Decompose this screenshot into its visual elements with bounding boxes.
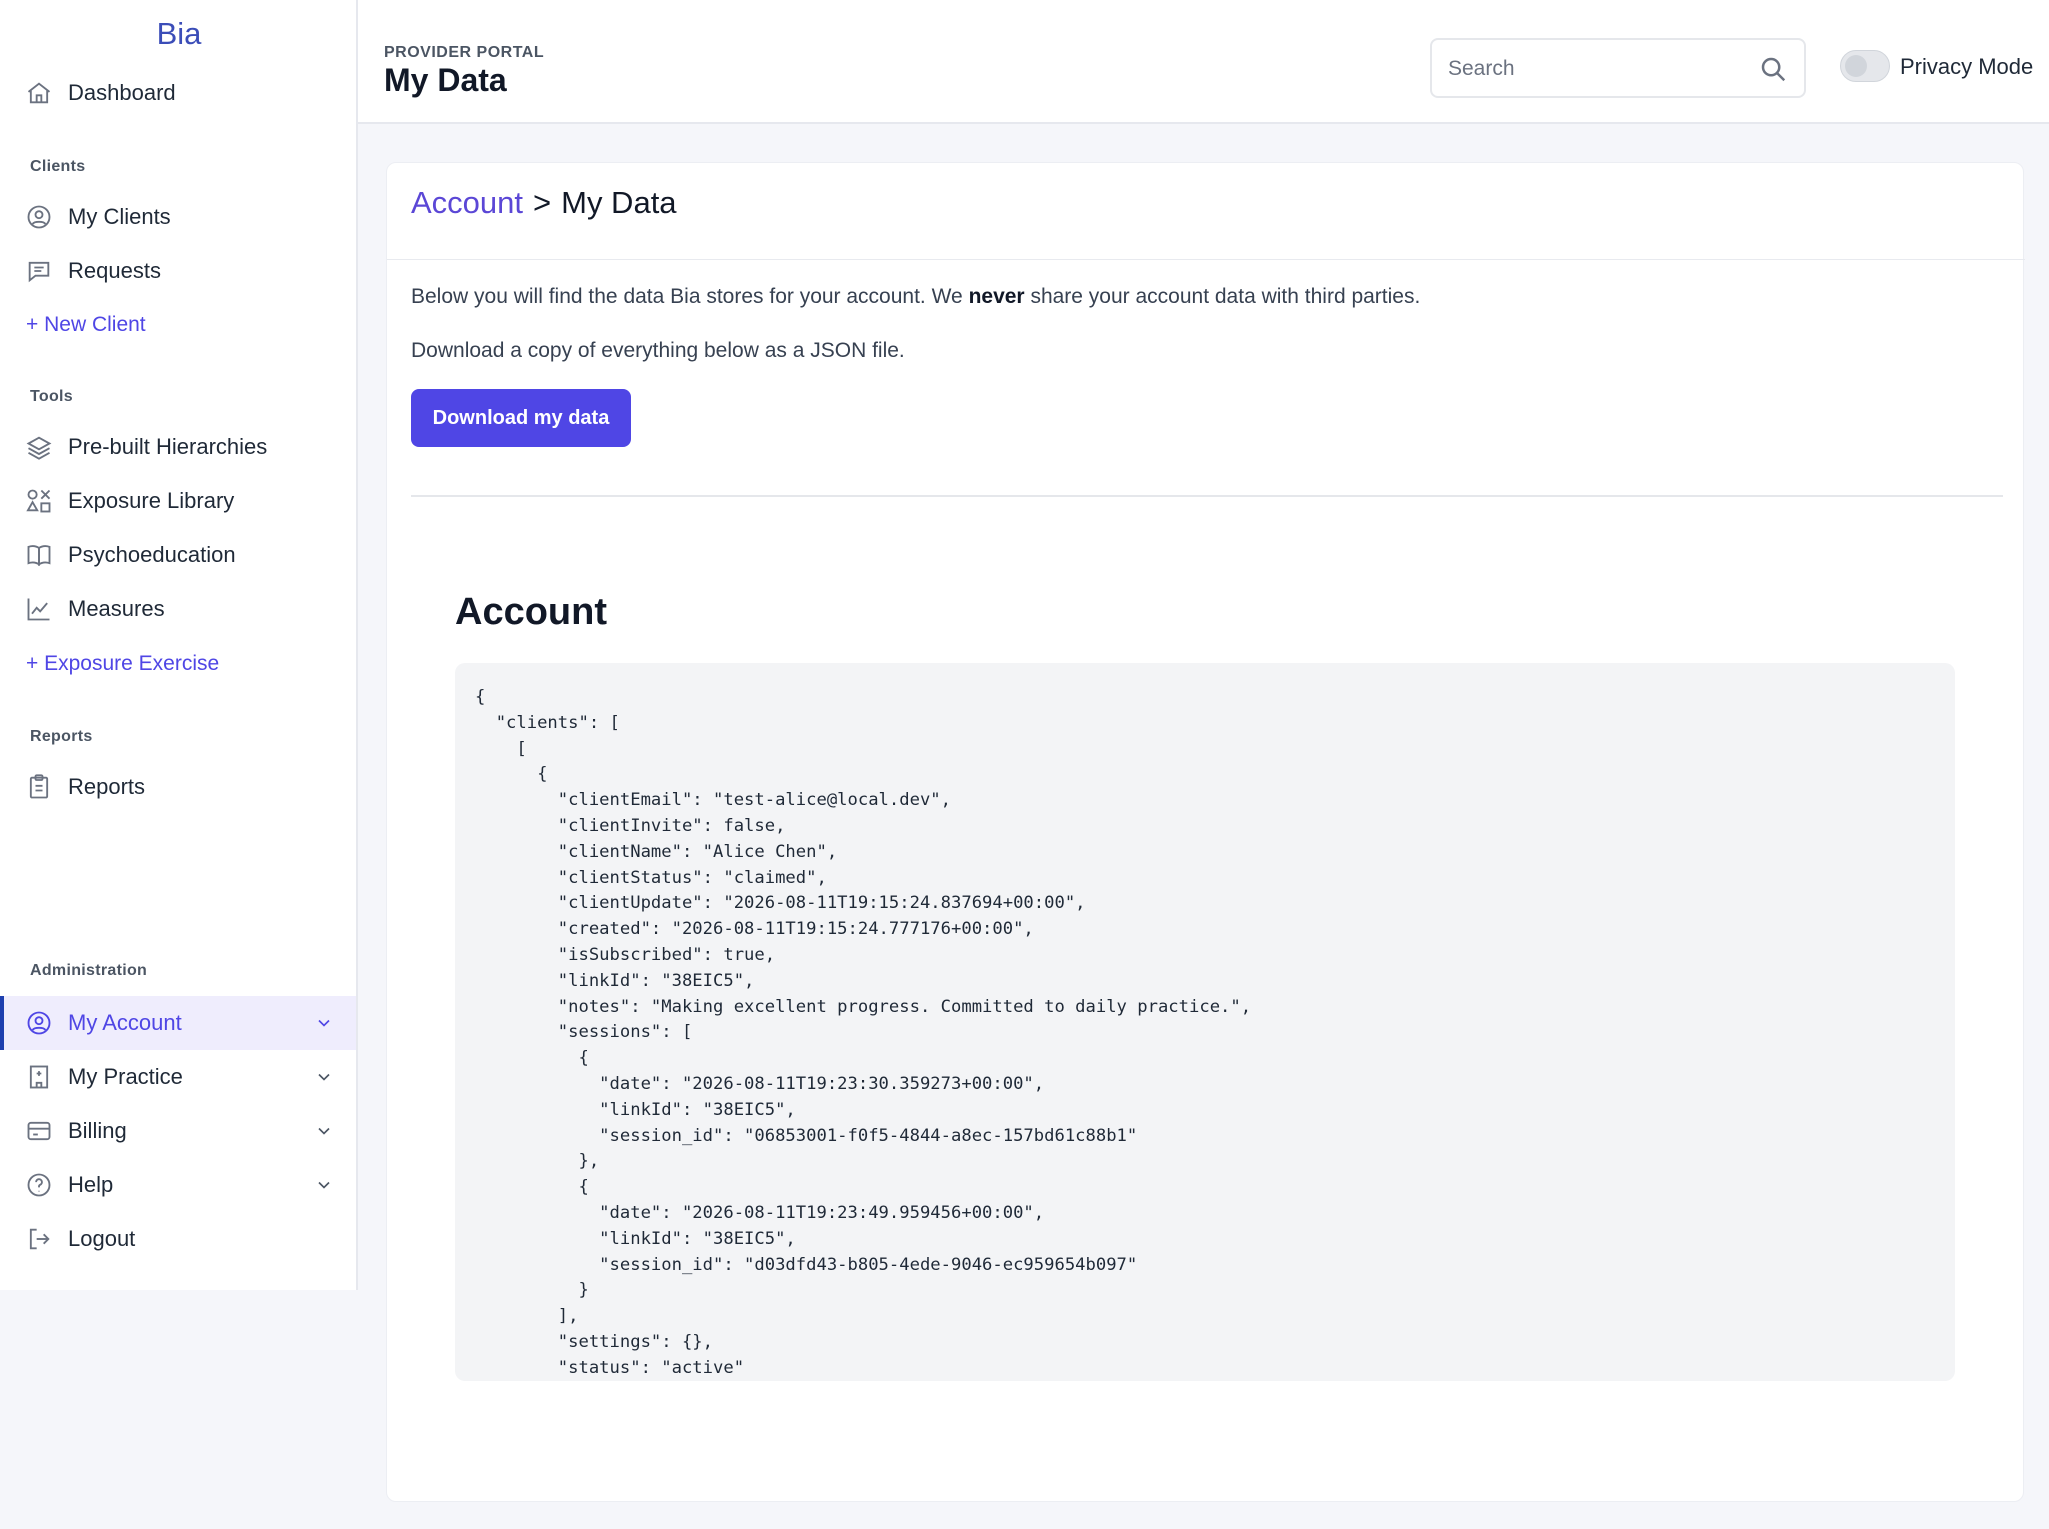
portal-label: PROVIDER PORTAL: [384, 44, 545, 61]
card-icon: [24, 1116, 54, 1146]
sidebar-item-my-clients[interactable]: My Clients: [0, 190, 356, 244]
sidebar-item-label: Exposure Library: [68, 488, 235, 513]
intro-text-part: Below you will find the data Bia stores …: [411, 285, 969, 308]
page-title: My Data: [384, 62, 507, 98]
sidebar-item-label: My Practice: [68, 1064, 183, 1089]
question-circle-icon: [24, 1170, 54, 1200]
json-code-text: { "clients": [ [ { "clientEmail": "test-…: [475, 687, 1252, 1378]
breadcrumb: Account > My Data: [411, 185, 677, 221]
chevron-down-icon[interactable]: [314, 1013, 334, 1033]
section-divider: [411, 495, 2003, 497]
sidebar-item-my-account[interactable]: My Account: [0, 996, 356, 1050]
building-icon: [24, 1062, 54, 1092]
chevron-down-icon[interactable]: [314, 1067, 334, 1087]
breadcrumb-account-link[interactable]: Account: [411, 185, 523, 220]
section-label-clients: Clients: [30, 158, 86, 175]
download-instructions: Download a copy of everything below as a…: [411, 339, 905, 362]
sidebar-item-label: Measures: [68, 596, 165, 621]
sidebar-item-label: Help: [68, 1172, 114, 1197]
chart-line-icon: [24, 594, 54, 624]
sidebar: Bia Dashboard Clients My Clients Request…: [0, 0, 358, 1290]
sidebar-item-label: Requests: [68, 258, 161, 283]
sidebar-item-label: My Account: [68, 1010, 182, 1035]
user-circle-icon: [24, 1008, 54, 1038]
sidebar-item-exposure-library[interactable]: Exposure Library: [0, 474, 356, 528]
app-logo[interactable]: Bia: [0, 16, 358, 52]
search-box: [1430, 38, 1806, 98]
privacy-mode-toggle[interactable]: [1840, 50, 1890, 82]
sidebar-item-dashboard[interactable]: Dashboard: [0, 66, 356, 120]
sidebar-item-psychoeducation[interactable]: Psychoeducation: [0, 528, 356, 582]
new-exposure-link[interactable]: + Exposure Exercise: [26, 652, 219, 676]
user-circle-icon: [24, 202, 54, 232]
privacy-mode-label: Privacy Mode: [1900, 54, 2034, 79]
toggle-knob: [1845, 55, 1867, 77]
sidebar-item-billing[interactable]: Billing: [0, 1104, 356, 1158]
chat-icon: [24, 256, 54, 286]
logout-icon: [24, 1224, 54, 1254]
sidebar-item-label: Pre-built Hierarchies: [68, 434, 268, 459]
sidebar-item-help[interactable]: Help: [0, 1158, 356, 1212]
json-code-block[interactable]: { "clients": [ [ { "clientEmail": "test-…: [455, 663, 1955, 1381]
sidebar-item-measures[interactable]: Measures: [0, 582, 356, 636]
breadcrumb-separator: >: [533, 185, 552, 220]
section-label-tools: Tools: [30, 388, 73, 405]
shapes-icon: [24, 486, 54, 516]
intro-text: Below you will find the data Bia stores …: [411, 285, 1420, 309]
content-card: Account > My Data Below you will find the …: [386, 162, 2025, 1502]
new-client-link[interactable]: + New Client: [26, 313, 146, 337]
sidebar-item-my-practice[interactable]: My Practice: [0, 1050, 356, 1104]
search-input[interactable]: [1448, 54, 1748, 84]
sidebar-item-label: My Clients: [68, 204, 171, 229]
card-divider: [387, 259, 2025, 260]
sidebar-item-hierarchies[interactable]: Pre-built Hierarchies: [0, 420, 356, 474]
chevron-down-icon[interactable]: [314, 1175, 334, 1195]
chevron-down-icon[interactable]: [314, 1121, 334, 1141]
home-icon: [24, 78, 54, 108]
account-section-title: Account: [455, 591, 607, 633]
sidebar-item-label: Reports: [68, 774, 146, 799]
clipboard-icon: [24, 772, 54, 802]
sidebar-item-reports[interactable]: Reports: [0, 760, 356, 814]
sidebar-item-logout[interactable]: Logout: [0, 1212, 356, 1266]
breadcrumb-current: My Data: [561, 185, 677, 220]
intro-text-part: share your account data with third parti…: [1024, 285, 1421, 308]
layers-icon: [24, 432, 54, 462]
search-icon[interactable]: [1758, 54, 1788, 84]
section-label-administration: Administration: [30, 962, 148, 979]
sidebar-item-label: Dashboard: [68, 80, 176, 105]
book-icon: [24, 540, 54, 570]
sidebar-item-label: Psychoeducation: [68, 542, 236, 567]
download-data-button[interactable]: Download my data: [411, 389, 631, 447]
sidebar-item-requests[interactable]: Requests: [0, 244, 356, 298]
sidebar-item-label: Logout: [68, 1226, 136, 1251]
intro-emphasis: never: [968, 285, 1025, 308]
sidebar-item-label: Billing: [68, 1118, 127, 1143]
top-header: PROVIDER PORTAL My Data Privacy Mode: [358, 0, 2049, 124]
section-label-reports: Reports: [30, 728, 93, 745]
